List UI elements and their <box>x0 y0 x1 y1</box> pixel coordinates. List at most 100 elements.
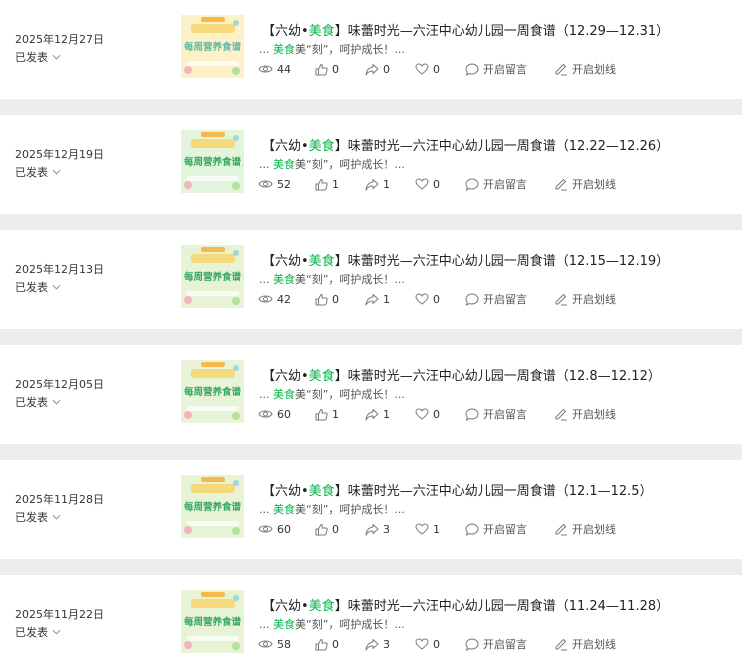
enable-comments-button[interactable]: 开启留言 <box>465 176 554 192</box>
likes-count: 1 <box>332 407 339 421</box>
views-count: 42 <box>277 292 291 306</box>
publish-date: 2025年12月05日 <box>15 378 104 391</box>
enable-comments-button[interactable]: 开启留言 <box>465 636 554 652</box>
cover-image: 每周营养食谱 <box>181 590 244 653</box>
article-card: 2025年11月22日 已发表 每周营养食谱 【六幼•美食】味蕾时光—六汪中心幼… <box>0 575 742 668</box>
eye-icon <box>258 295 273 303</box>
enable-underline-label: 开启划线 <box>572 523 616 536</box>
enable-underline-button[interactable]: 开启划线 <box>554 61 616 77</box>
publish-status-dropdown[interactable]: 已发表 <box>15 509 61 525</box>
publish-status-label: 已发表 <box>15 626 48 639</box>
favorites-count: 0 <box>433 177 440 191</box>
heart-icon <box>415 523 429 535</box>
enable-underline-label: 开启划线 <box>572 638 616 651</box>
title-suffix: 】味蕾时光—六汪中心幼儿园一周食谱（12.15—12.19） <box>334 254 670 269</box>
publish-status-dropdown[interactable]: 已发表 <box>15 164 61 180</box>
heart-icon <box>415 638 429 650</box>
publish-status-dropdown[interactable]: 已发表 <box>15 624 61 640</box>
enable-underline-button[interactable]: 开启划线 <box>554 521 616 537</box>
cover-caption: 每周营养食谱 <box>184 156 242 168</box>
views-count: 58 <box>277 637 291 651</box>
heart-icon <box>415 408 429 420</box>
article-card: 2025年12月19日 已发表 每周营养食谱 【六幼•美食】味蕾时光—六汪中心幼… <box>0 115 742 214</box>
share-icon <box>365 178 379 190</box>
title-keyword-highlight: 美食 <box>308 254 335 269</box>
article-stats-bar: 44 0 0 0 开启留言 开启划线 <box>258 62 616 76</box>
digest-suffix: 美“刻”，呵护成长！... <box>295 388 405 401</box>
publish-status-dropdown[interactable]: 已发表 <box>15 394 61 410</box>
thumbs-up-icon <box>315 63 328 75</box>
eye-icon <box>258 640 273 648</box>
thumbs-up-icon <box>315 293 328 305</box>
comment-bubble-icon <box>465 637 479 651</box>
article-title-link[interactable]: 【六幼•美食】味蕾时光—六汪中心幼儿园一周食谱（12.15—12.19） <box>262 250 669 269</box>
enable-comments-label: 开启留言 <box>483 638 527 651</box>
views-stat: 42 <box>258 293 315 306</box>
enable-comments-label: 开启留言 <box>483 293 527 306</box>
likes-stat: 0 <box>315 63 365 76</box>
title-prefix: 【六幼• <box>262 254 309 269</box>
chevron-down-icon <box>52 284 61 290</box>
shares-stat: 1 <box>365 408 415 421</box>
eye-icon <box>258 180 273 188</box>
favorites-stat: 1 <box>415 523 465 536</box>
enable-underline-button[interactable]: 开启划线 <box>554 291 616 307</box>
share-icon <box>365 638 379 650</box>
enable-comments-label: 开启留言 <box>483 523 527 536</box>
article-cover-thumbnail[interactable]: 每周营养食谱 <box>181 130 244 193</box>
digest-keyword-highlight: 美食 <box>273 618 295 631</box>
article-title-link[interactable]: 【六幼•美食】味蕾时光—六汪中心幼儿园一周食谱（12.8—12.12） <box>262 365 661 384</box>
cover-caption: 每周营养食谱 <box>184 41 242 53</box>
publish-status-label: 已发表 <box>15 396 48 409</box>
enable-underline-button[interactable]: 开启划线 <box>554 636 616 652</box>
publish-status-label: 已发表 <box>15 166 48 179</box>
share-icon <box>365 408 379 420</box>
article-digest: ... 美食美“刻”，呵护成长！... <box>259 386 405 402</box>
publish-date: 2025年11月22日 <box>15 608 104 621</box>
enable-comments-button[interactable]: 开启留言 <box>465 61 554 77</box>
views-stat: 60 <box>258 408 315 421</box>
likes-stat: 1 <box>315 178 365 191</box>
comment-bubble-icon <box>465 292 479 306</box>
article-digest: ... 美食美“刻”，呵护成长！... <box>259 501 405 517</box>
favorites-stat: 0 <box>415 63 465 76</box>
title-prefix: 【六幼• <box>262 369 309 384</box>
article-cover-thumbnail[interactable]: 每周营养食谱 <box>181 360 244 423</box>
digest-suffix: 美“刻”，呵护成长！... <box>295 503 405 516</box>
title-prefix: 【六幼• <box>262 139 309 154</box>
enable-comments-button[interactable]: 开启留言 <box>465 406 554 422</box>
enable-comments-button[interactable]: 开启留言 <box>465 291 554 307</box>
publish-status-dropdown[interactable]: 已发表 <box>15 49 61 65</box>
digest-prefix: ... <box>259 503 273 516</box>
article-stats-bar: 60 0 3 1 开启留言 开启划线 <box>258 522 616 536</box>
enable-underline-button[interactable]: 开启划线 <box>554 406 616 422</box>
article-title-link[interactable]: 【六幼•美食】味蕾时光—六汪中心幼儿园一周食谱（11.24—11.28） <box>262 595 669 614</box>
eye-icon <box>258 525 273 533</box>
digest-keyword-highlight: 美食 <box>273 43 295 56</box>
favorites-count: 0 <box>433 292 440 306</box>
shares-count: 1 <box>383 177 390 191</box>
article-cover-thumbnail[interactable]: 每周营养食谱 <box>181 245 244 308</box>
article-cover-thumbnail[interactable]: 每周营养食谱 <box>181 15 244 78</box>
article-cover-thumbnail[interactable]: 每周营养食谱 <box>181 590 244 653</box>
likes-count: 0 <box>332 522 339 536</box>
views-count: 60 <box>277 407 291 421</box>
title-suffix: 】味蕾时光—六汪中心幼儿园一周食谱（12.1—12.5） <box>334 484 653 499</box>
article-cover-thumbnail[interactable]: 每周营养食谱 <box>181 475 244 538</box>
publish-status-dropdown[interactable]: 已发表 <box>15 279 61 295</box>
enable-underline-button[interactable]: 开启划线 <box>554 176 616 192</box>
shares-stat: 3 <box>365 638 415 651</box>
views-stat: 52 <box>258 178 315 191</box>
article-title-link[interactable]: 【六幼•美食】味蕾时光—六汪中心幼儿园一周食谱（12.1—12.5） <box>262 480 653 499</box>
views-count: 52 <box>277 177 291 191</box>
enable-comments-button[interactable]: 开启留言 <box>465 521 554 537</box>
article-title-link[interactable]: 【六幼•美食】味蕾时光—六汪中心幼儿园一周食谱（12.29—12.31） <box>262 20 669 39</box>
enable-comments-label: 开启留言 <box>483 63 527 76</box>
comment-bubble-icon <box>465 522 479 536</box>
pen-icon <box>555 294 567 306</box>
heart-icon <box>415 293 429 305</box>
views-count: 44 <box>277 62 291 76</box>
publish-status-label: 已发表 <box>15 281 48 294</box>
article-title-link[interactable]: 【六幼•美食】味蕾时光—六汪中心幼儿园一周食谱（12.22—12.26） <box>262 135 669 154</box>
digest-prefix: ... <box>259 618 273 631</box>
